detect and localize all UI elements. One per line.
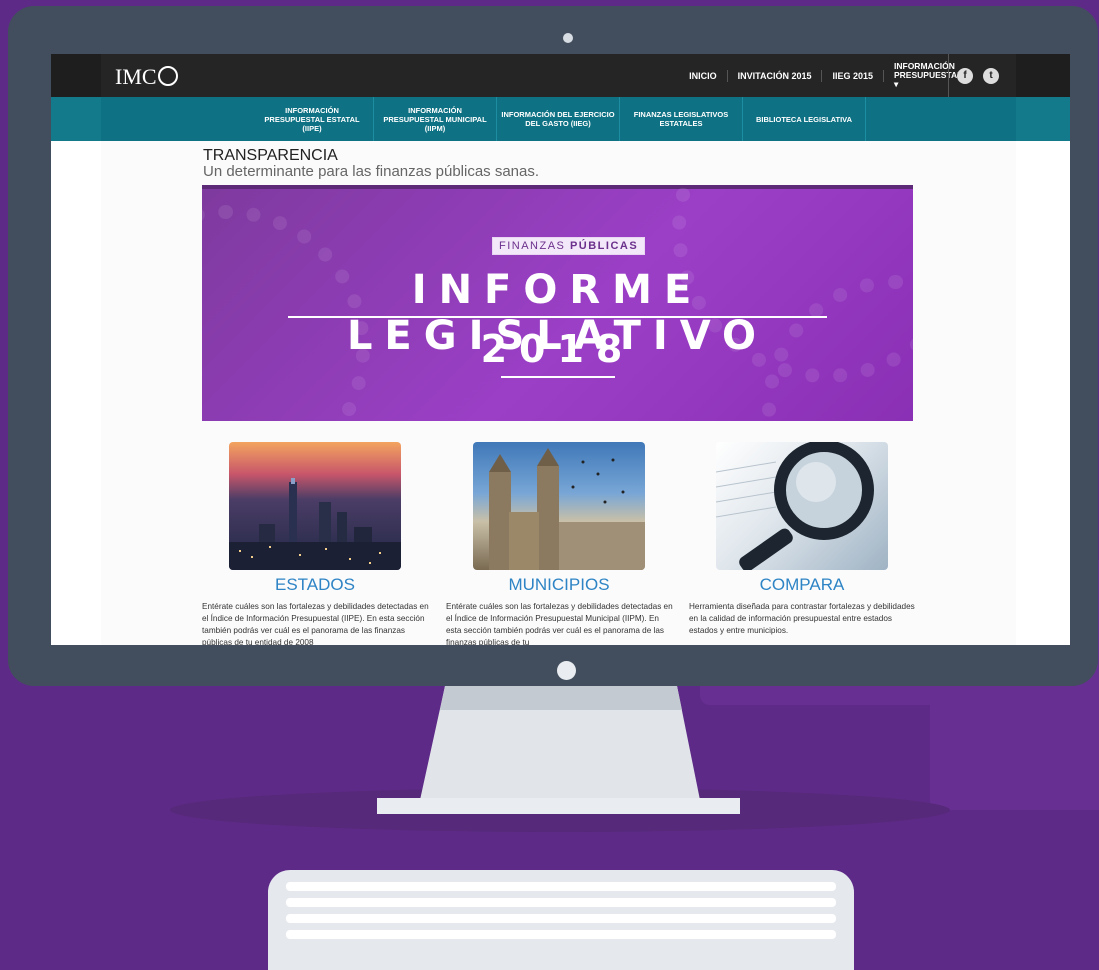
card-description: Herramienta diseñada para contrastar for… <box>689 602 915 635</box>
logo-circle-icon <box>157 66 178 86</box>
webcam-dot <box>563 33 573 43</box>
top-nav-menu: INICIO INVITACIÓN 2015 IIEG 2015 INFORMA… <box>679 54 970 97</box>
card-description: Entérate cuáles son las fortalezas y deb… <box>202 602 429 645</box>
page-subtitle: Un determinante para las finanzas públic… <box>203 163 540 180</box>
card-title[interactable]: COMPARA <box>689 575 915 595</box>
banner-tag: FINANZAS PÚBLICAS <box>492 237 646 255</box>
nav-inicio[interactable]: INICIO <box>679 69 728 82</box>
subnav-iipe[interactable]: INFORMACIÓN PRESUPUESTAL ESTATAL (IIPE) <box>251 97 374 141</box>
power-button <box>557 661 576 680</box>
magnifying-glass-image[interactable] <box>716 442 888 570</box>
banner-year: 2018 <box>480 327 635 371</box>
banner-underline <box>501 376 615 378</box>
church-image[interactable] <box>473 442 645 570</box>
facebook-icon[interactable]: f <box>957 67 973 84</box>
card-title[interactable]: MUNICIPIOS <box>446 575 672 595</box>
city-skyline-image[interactable] <box>229 442 401 570</box>
subnav-iieg[interactable]: INFORMACIÓN DEL EJERCICIO DEL GASTO (IIE… <box>497 97 620 141</box>
keyboard <box>268 870 854 970</box>
card-title[interactable]: ESTADOS <box>202 575 428 595</box>
subnav-finanzas-legislativos[interactable]: FINANZAS LEGISLATIVOS ESTATALES <box>620 97 743 141</box>
subnav-biblioteca[interactable]: BIBLIOTECA LEGISLATIVA <box>743 97 866 141</box>
hero-banner[interactable]: FINANZAS PÚBLICAS INFORME LEGISLATIVO 20… <box>202 185 913 421</box>
top-navbar: IMC INICIO INVITACIÓN 2015 IIEG 2015 INF… <box>51 54 1070 97</box>
subnav-iipm[interactable]: INFORMACIÓN PRESUPUESTAL MUNICIPAL (IIPM… <box>374 97 497 141</box>
section-navbar: INFORMACIÓN PRESUPUESTAL ESTATAL (IIPE) … <box>51 97 1070 141</box>
nav-invitacion[interactable]: INVITACIÓN 2015 <box>728 69 823 82</box>
twitter-icon[interactable]: t <box>983 67 999 84</box>
card-description: Entérate cuáles son las fortalezas y deb… <box>446 602 673 645</box>
nav-iieg[interactable]: IIEG 2015 <box>822 69 884 82</box>
social-links: f t <box>948 54 999 97</box>
imco-logo[interactable]: IMC <box>115 64 178 90</box>
browser-screen: IMC INICIO INVITACIÓN 2015 IIEG 2015 INF… <box>51 54 1070 645</box>
background-shape <box>930 690 1099 810</box>
banner-divider <box>288 316 827 318</box>
